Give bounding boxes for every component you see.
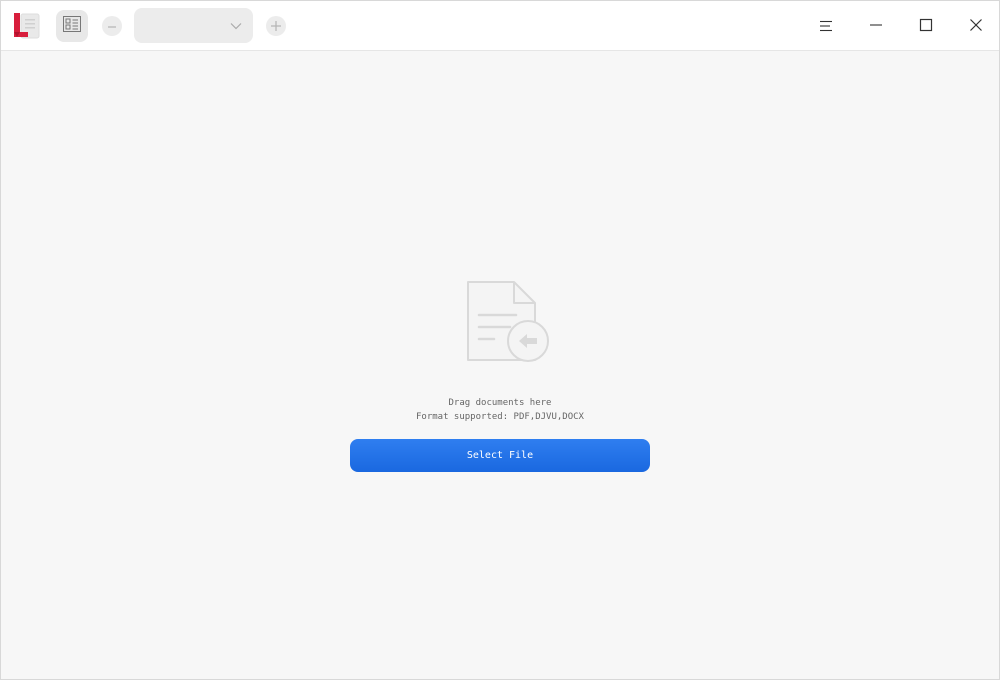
document-import-icon [464, 280, 550, 364]
minimize-icon [869, 17, 883, 36]
empty-state-area[interactable]: Drag documents here Format supported: PD… [1, 51, 999, 679]
zoom-in-button[interactable] [266, 16, 286, 36]
main-menu-button[interactable] [810, 10, 842, 42]
thumbnail-sidebar-icon [63, 16, 81, 36]
zoom-level-select[interactable] [134, 8, 253, 43]
maximize-button[interactable] [910, 10, 942, 42]
app-window: Drag documents here Format supported: PD… [0, 0, 1000, 680]
close-button[interactable] [960, 10, 992, 42]
minus-icon [107, 17, 117, 36]
minimize-button[interactable] [860, 10, 892, 42]
zoom-out-button[interactable] [102, 16, 122, 36]
drag-hint-text: Drag documents here [448, 398, 552, 408]
close-icon [969, 17, 983, 36]
sidebar-toggle-button[interactable] [56, 10, 88, 42]
plus-icon [270, 17, 282, 36]
select-file-button[interactable]: Select File [350, 439, 650, 472]
supported-formats-text: Format supported: PDF,DJVU,DOCX [416, 412, 584, 422]
document-viewer-logo-icon [11, 10, 43, 42]
titlebar [1, 1, 999, 51]
maximize-icon [919, 17, 933, 36]
chevron-down-icon[interactable] [218, 8, 253, 43]
hamburger-menu-icon [819, 17, 833, 36]
